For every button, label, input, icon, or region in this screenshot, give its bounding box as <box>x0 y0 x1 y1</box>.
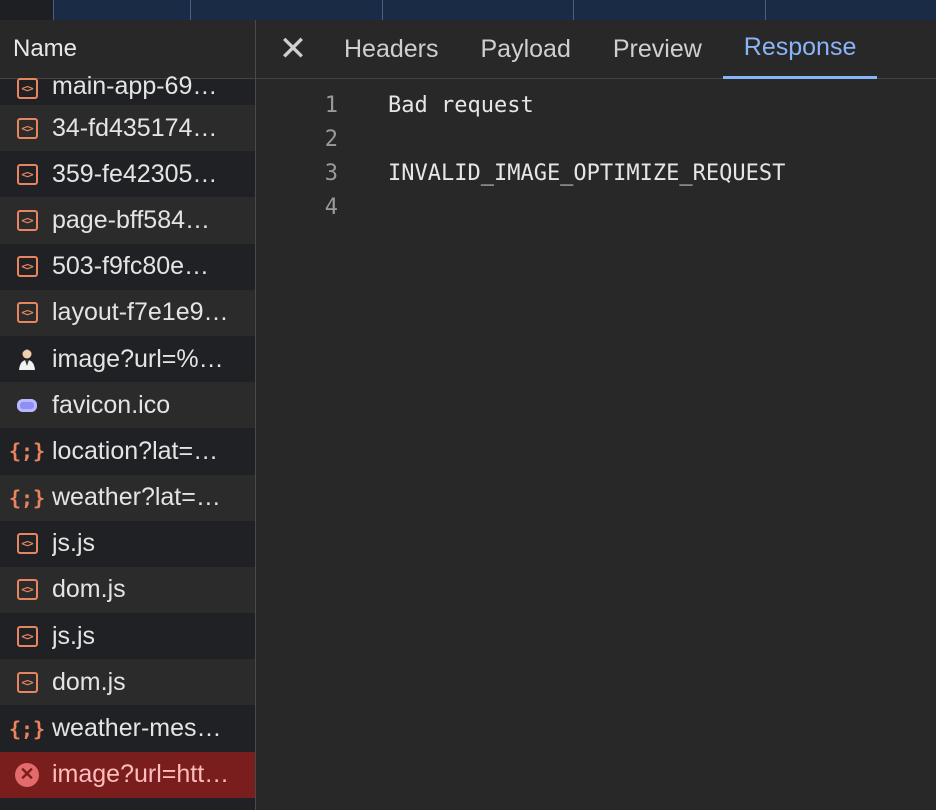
request-name: image?url=%… <box>52 344 224 373</box>
line-number: 2 <box>324 126 338 152</box>
error-icon: ✕ <box>14 762 40 788</box>
request-row[interactable]: <> main-app-69… <box>0 72 255 105</box>
request-name: page-bff584… <box>52 205 210 234</box>
timeline-divider <box>382 0 383 20</box>
json-icon: {;} <box>8 485 46 510</box>
close-icon[interactable]: ✕ <box>273 29 313 69</box>
request-name: weather-mes… <box>52 714 222 743</box>
timeline-strip-left <box>0 0 53 20</box>
request-row[interactable]: <> dom.js <box>0 659 255 706</box>
script-icon: <> <box>14 623 40 649</box>
request-row[interactable]: <> 359-fe42305… <box>0 151 255 198</box>
request-row[interactable]: image?url=%… <box>0 335 255 383</box>
timeline-divider <box>573 0 574 20</box>
json-icon: {;} <box>8 439 46 464</box>
request-name: location?lat=… <box>52 436 219 465</box>
request-row[interactable]: {;} location?lat=… <box>0 428 255 475</box>
script-icon: <> <box>14 115 40 141</box>
favicon-icon <box>14 392 40 418</box>
line-content: Bad request <box>388 92 534 118</box>
request-row[interactable]: favicon.ico <box>0 382 255 429</box>
details-panel: ✕ Headers Payload Preview Response 1 Bad… <box>256 20 936 810</box>
timeline-divider <box>190 0 191 20</box>
request-row[interactable]: <> 34-fd435174… <box>0 105 255 152</box>
request-row[interactable]: {;} weather-mes… <box>0 705 255 752</box>
request-row[interactable]: <> js.js <box>0 520 255 567</box>
request-list: <> main-app-69… <> 34-fd435174… <> 359-f… <box>0 72 255 798</box>
person-image-icon <box>14 346 40 372</box>
request-name: weather?lat=… <box>52 483 221 512</box>
json-icon: {;} <box>8 716 46 741</box>
tab-response[interactable]: Response <box>722 20 878 79</box>
code-line: 3 INVALID_IMAGE_OPTIMIZE_REQUEST <box>256 156 936 190</box>
request-name: dom.js <box>52 667 126 696</box>
tab-headers[interactable]: Headers <box>323 20 460 79</box>
script-icon: <> <box>14 300 40 326</box>
request-row[interactable]: <> page-bff584… <box>0 197 255 244</box>
request-name: js.js <box>52 529 96 558</box>
request-row-error[interactable]: ✕ image?url=htt… <box>0 751 255 798</box>
line-content: INVALID_IMAGE_OPTIMIZE_REQUEST <box>388 160 786 186</box>
tab-payload[interactable]: Payload <box>460 20 592 79</box>
request-row[interactable]: <> js.js <box>0 613 255 660</box>
script-icon: <> <box>14 207 40 233</box>
line-number: 1 <box>324 92 338 118</box>
code-line: 4 <box>256 190 936 224</box>
timeline-divider <box>53 0 54 20</box>
request-row[interactable]: {;} weather?lat=… <box>0 474 255 521</box>
request-name: js.js <box>52 621 96 650</box>
line-number: 4 <box>324 194 338 220</box>
line-number: 3 <box>324 160 338 186</box>
script-icon: <> <box>14 531 40 557</box>
request-name: 34-fd435174… <box>52 113 218 142</box>
request-row[interactable]: <> layout-f7e1e9… <box>0 289 255 336</box>
name-column-header[interactable]: Name <box>0 20 255 79</box>
timeline-strip <box>0 0 936 21</box>
script-icon: <> <box>14 254 40 280</box>
response-body[interactable]: 1 Bad request 2 3 INVALID_IMAGE_OPTIMIZE… <box>256 88 936 224</box>
script-icon: <> <box>14 161 40 187</box>
request-name: layout-f7e1e9… <box>52 298 229 327</box>
request-row[interactable]: <> 503-f9fc80e… <box>0 243 255 290</box>
code-line: 2 <box>256 122 936 156</box>
request-list-panel: Name <> main-app-69… <> 34-fd435174… <> … <box>0 20 256 810</box>
request-name: 359-fe42305… <box>52 159 218 188</box>
details-tab-bar: ✕ Headers Payload Preview Response <box>256 20 936 79</box>
request-name: 503-f9fc80e… <box>52 252 210 281</box>
request-row[interactable]: <> dom.js <box>0 566 255 614</box>
request-name: image?url=htt… <box>52 760 230 789</box>
script-icon: <> <box>14 669 40 695</box>
script-icon: <> <box>14 577 40 603</box>
timeline-divider <box>765 0 766 20</box>
request-name: dom.js <box>52 575 126 604</box>
request-name: main-app-69… <box>52 72 218 100</box>
request-name: favicon.ico <box>52 390 171 419</box>
code-line: 1 Bad request <box>256 88 936 122</box>
tab-preview[interactable]: Preview <box>592 20 723 79</box>
script-icon: <> <box>14 75 40 101</box>
